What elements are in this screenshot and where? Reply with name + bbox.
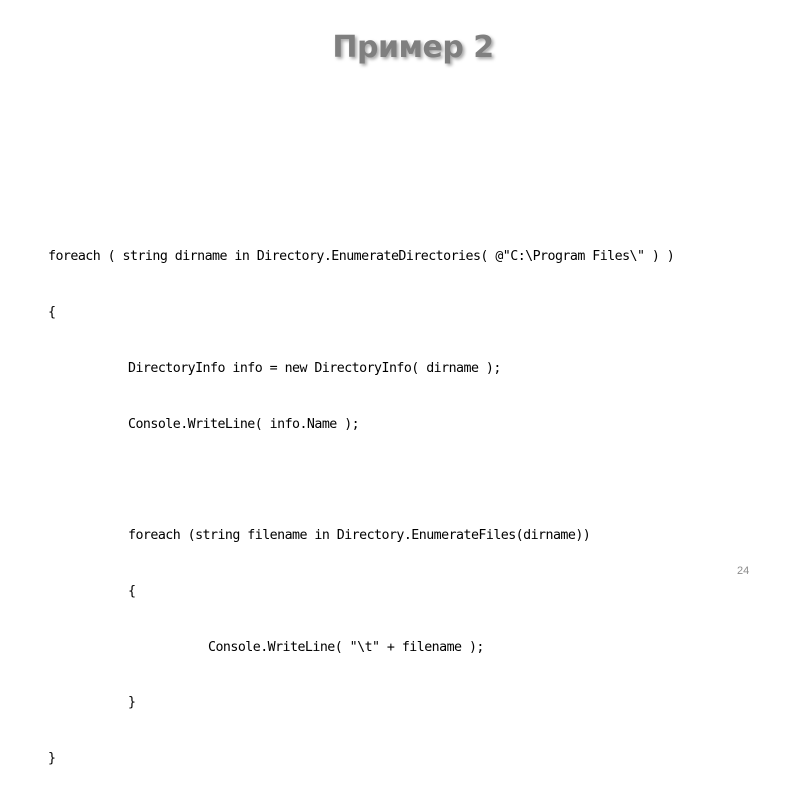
slide-title: Пример 2 (332, 30, 494, 65)
code-line: { (48, 304, 56, 320)
page-number: 24 (737, 565, 750, 577)
code-line: } (48, 751, 56, 767)
code-block: foreach ( string dirname in Directory.En… (48, 211, 675, 787)
code-line: Console.WriteLine( "\t" + filename ); (208, 639, 484, 655)
code-line: foreach ( string dirname in Directory.En… (48, 249, 675, 265)
code-line: foreach (string filename in Directory.En… (128, 528, 591, 544)
code-line: } (128, 695, 136, 711)
code-line: DirectoryInfo info = new DirectoryInfo( … (128, 360, 501, 376)
code-line: { (128, 583, 136, 599)
code-line: Console.WriteLine( info.Name ); (128, 416, 360, 432)
